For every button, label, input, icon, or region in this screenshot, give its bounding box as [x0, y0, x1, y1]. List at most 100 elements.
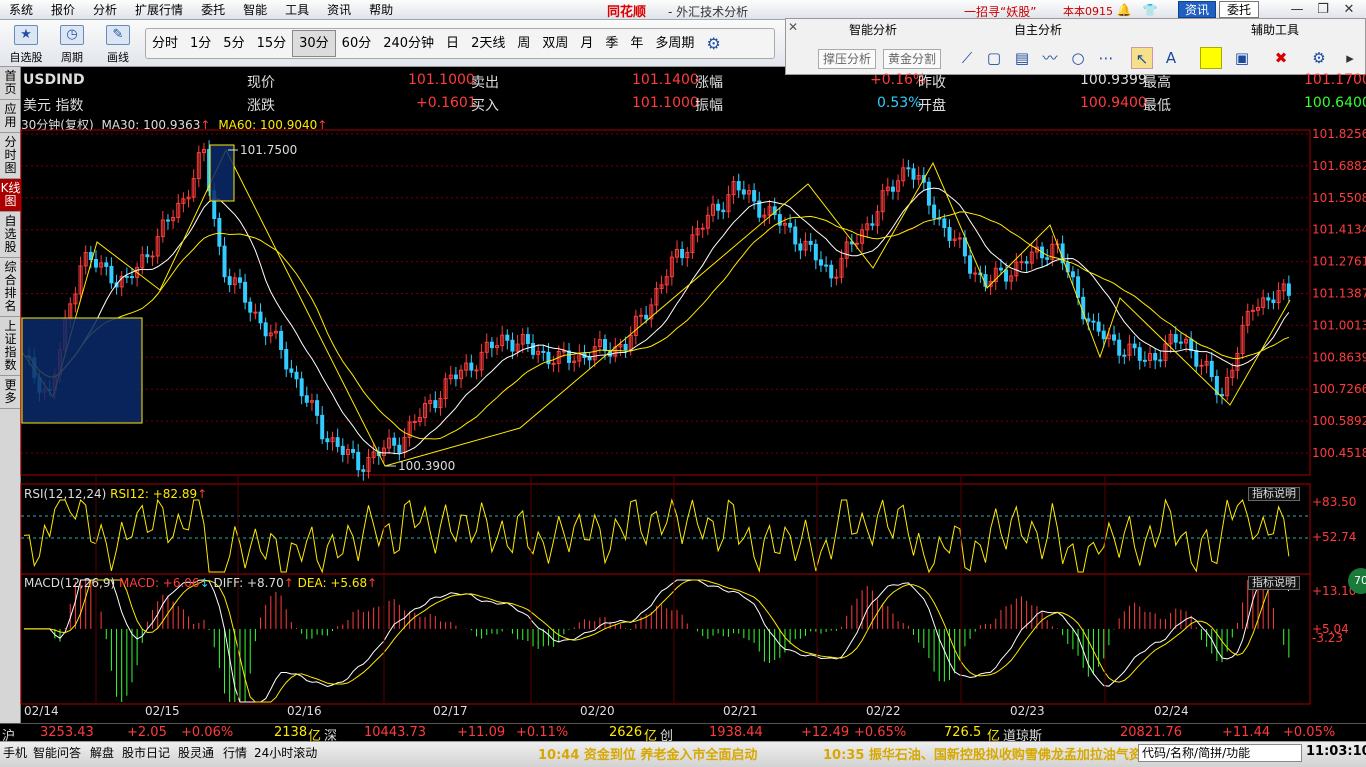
macd-value: MACD: +6.06 — [118, 576, 200, 590]
candle-body — [824, 264, 829, 267]
candle-body — [289, 368, 294, 373]
cy-amount: 726.5 — [944, 725, 982, 740]
search-input[interactable]: 代码/名称/简拼/功能 — [1138, 744, 1302, 762]
selection-box — [21, 317, 143, 424]
candle-body — [361, 469, 366, 472]
candle-body — [263, 322, 268, 337]
macd-axis-label: -3.23 — [1312, 631, 1343, 645]
price-axis-label: 101.6882 — [1312, 159, 1366, 173]
candle-body — [834, 276, 839, 279]
dea-line — [24, 579, 1289, 703]
candle-body — [962, 237, 967, 257]
bottom-bar: 手机 智能问答 解盘 股市日记 股灵通 行情 24小时滚动 10:44 资金到位… — [0, 741, 1366, 767]
candle-body — [968, 255, 973, 274]
low-label: 100.3900 — [398, 459, 455, 473]
rsi-line — [23, 498, 1290, 574]
candle-body — [109, 265, 114, 284]
bottom-diary[interactable]: 股市日记 — [122, 744, 170, 761]
dji-value: 20821.76 — [1120, 725, 1183, 740]
sz-change-pct: +0.11% — [516, 725, 569, 740]
candle-body — [279, 330, 284, 350]
candle-body — [93, 259, 98, 268]
candle-body — [299, 378, 304, 397]
bottom-qa[interactable]: 智能问答 — [33, 744, 81, 761]
bottom-analysis[interactable]: 解盘 — [90, 744, 114, 761]
candle-body — [567, 350, 572, 363]
candle-body — [227, 276, 232, 286]
candle-body — [829, 264, 834, 279]
candle-body — [525, 334, 530, 345]
date-label: 02/21 — [723, 704, 758, 718]
candle-body — [741, 189, 746, 195]
candle-body — [294, 371, 299, 380]
candle-body — [1137, 347, 1142, 361]
news-ticker-1[interactable]: 10:44 资金到位 养老金入市全面启动 — [538, 744, 757, 763]
candle-body — [1096, 321, 1101, 332]
clock: 11:03:10 — [1306, 744, 1366, 759]
candle-body — [304, 395, 309, 403]
candle-body — [998, 267, 1003, 271]
rsi-title: RSI(12,12,24) — [24, 487, 107, 501]
rsi-help-button[interactable]: 指标说明 — [1248, 487, 1300, 501]
candle-body — [1173, 334, 1178, 343]
rsi-panel-frame — [20, 483, 1311, 575]
candle-body — [165, 219, 170, 222]
candle-body — [1178, 341, 1183, 344]
candle-body — [1266, 297, 1271, 301]
date-label: 02/22 — [866, 704, 901, 718]
candle-body — [145, 254, 150, 258]
candle-body — [1199, 364, 1204, 367]
macd-help-button[interactable]: 指标说明 — [1248, 576, 1300, 590]
price-axis-label: 101.8256 — [1312, 127, 1366, 141]
candle-body — [1142, 359, 1147, 362]
candle-body — [551, 362, 556, 365]
candle-body — [248, 301, 253, 313]
date-axis: 02/14 02/15 02/16 02/17 02/20 02/21 02/2… — [21, 704, 1311, 718]
candle-body — [1019, 261, 1024, 264]
candle-body — [788, 222, 793, 228]
candle-body — [489, 341, 494, 349]
candle-body — [1117, 339, 1122, 356]
candle-body — [623, 344, 628, 351]
candle-body — [1112, 334, 1117, 341]
candle-body — [1091, 320, 1096, 323]
candle-body — [906, 167, 911, 170]
bottom-24h[interactable]: 24小时滚动 — [254, 744, 317, 761]
candle-body — [1132, 343, 1137, 349]
candle-body — [680, 248, 685, 259]
candle-body — [721, 209, 726, 213]
candle-body — [798, 243, 803, 251]
rsi-axis-label: +83.50 — [1312, 495, 1356, 509]
main-chart-area[interactable]: 101.8256 101.6882 101.5508 101.4134 101.2761… — [0, 0, 1366, 723]
candle-body — [1122, 354, 1127, 357]
price-axis-label: 100.8639 — [1312, 350, 1366, 364]
candle-body — [320, 414, 325, 440]
candle-body — [808, 240, 813, 245]
candle-body — [258, 311, 263, 324]
sz-amount: 2626 — [609, 725, 643, 740]
candle-body — [947, 227, 952, 241]
bottom-lingtong[interactable]: 股灵通 — [178, 744, 214, 761]
candle-body — [335, 437, 340, 447]
date-label: 02/23 — [1010, 704, 1045, 718]
candle-body — [351, 448, 356, 453]
date-label: 02/15 — [145, 704, 180, 718]
candle-body — [1070, 271, 1075, 278]
candle-body — [474, 369, 479, 372]
bottom-market[interactable]: 行情 — [223, 744, 247, 761]
candle-body — [603, 339, 608, 352]
candle-body — [644, 314, 649, 320]
candle-body — [325, 438, 330, 443]
dji-change-pct: +0.05% — [1283, 725, 1336, 740]
news-ticker-2[interactable]: 10:35 振华石油、国新控股拟收购雪佛龙孟加拉油气资 — [823, 744, 1142, 763]
candle-body — [104, 262, 109, 267]
bottom-mobile[interactable]: 手机 — [3, 744, 27, 761]
candle-body — [716, 203, 721, 211]
candle-body — [1153, 353, 1158, 361]
candle-body — [505, 334, 510, 341]
index-status-bar: 沪 3253.43 +2.05 +0.06% 2138 亿 深 10443.73… — [0, 723, 1366, 744]
candle-body — [1209, 360, 1214, 378]
price-axis-label: 101.0013 — [1312, 318, 1366, 332]
price-axis-label: 101.5508 — [1312, 191, 1366, 205]
macd-header: MACD(12,26,9) MACD: +6.06↓ DIFF: +8.70↑ … — [24, 576, 378, 590]
